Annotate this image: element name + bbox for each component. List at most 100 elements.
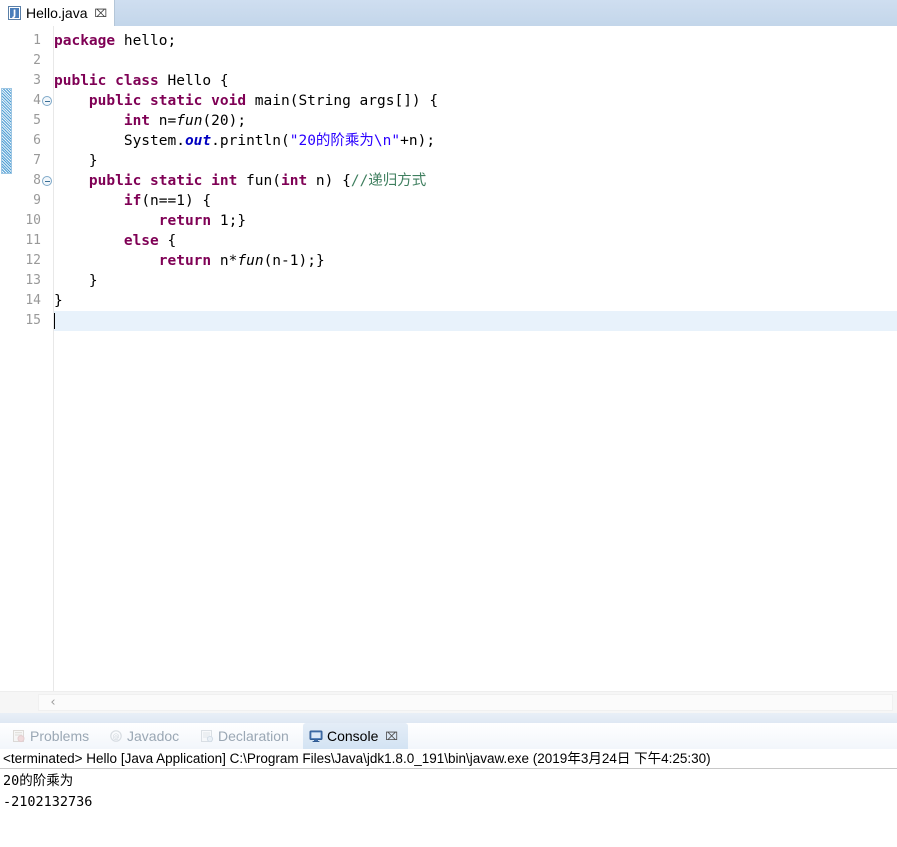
code-line[interactable]: System.out.println("20的阶乘为\n"+n); [54,131,435,151]
code-token: else [123,233,159,249]
console-view[interactable]: <terminated> Hello [Java Application] C:… [0,749,897,847]
code-line[interactable]: public static void main(String args[]) { [54,91,438,111]
code-token: return [158,253,212,269]
declaration-icon [200,729,214,743]
scroll-left-icon[interactable]: ‹ [44,693,62,712]
horizontal-scrollbar-thumb[interactable] [38,694,893,711]
line-number: 8 [33,173,41,188]
code-token: (n-1);} [263,253,325,269]
line-number: 7 [33,153,41,168]
code-token: if [123,193,142,209]
bottom-view-part: Problems @ Javadoc Declaration Console ⌧ <ter… [0,713,897,847]
text-caret [54,313,55,329]
view-tab-label: Console [327,728,379,744]
svg-text:J: J [12,9,16,19]
code-token: n= [150,113,177,129]
code-token: public class [54,73,159,89]
code-line[interactable]: public class Hello { [54,71,229,91]
line-number: 6 [33,133,41,148]
code-line[interactable]: if(n==1) { [54,191,211,211]
editor-tab-hello-java[interactable]: J Hello.java ⌧ [0,0,115,26]
editor-tab-bar: J Hello.java ⌧ [0,0,897,26]
problems-icon [12,729,26,743]
code-token: Hello { [158,73,229,89]
view-tab-javadoc[interactable]: @ Javadoc [103,723,191,749]
code-line[interactable]: public static int fun(int n) {//递归方式 [54,171,426,191]
editor-horizontal-scrollbar[interactable]: ‹ [0,691,897,714]
fold-collapse-icon[interactable] [42,96,52,106]
code-line[interactable]: } [54,271,98,291]
code-line[interactable]: return n*fun(n-1);} [54,251,325,271]
line-number: 4 [33,93,41,108]
code-token: hello; [115,33,177,49]
code-token: n) { [307,173,351,189]
code-token: 1;} [211,213,247,229]
code-token: System. [54,133,185,149]
close-icon[interactable]: ⌧ [94,8,107,19]
annotation-ruler[interactable] [0,26,14,691]
bottom-view-tab-bar: Problems @ Javadoc Declaration Console ⌧ [0,723,897,749]
code-line[interactable]: package hello; [54,31,176,51]
code-token: +n); [400,133,436,149]
view-tab-label: Problems [30,728,90,744]
code-token: return [158,213,212,229]
code-token: fun( [237,173,281,189]
panel-sash[interactable] [0,713,897,723]
console-output-line: 20的阶乘为 [3,773,74,789]
close-icon[interactable]: ⌧ [385,731,398,742]
line-number: 1 [33,33,41,48]
view-tab-console[interactable]: Console ⌧ [303,723,408,749]
code-token: int [280,173,308,189]
code-token: //递归方式 [350,173,427,189]
folding-ruler[interactable] [41,26,54,691]
console-icon [309,729,323,743]
code-line[interactable]: } [54,291,63,311]
editor-part: J Hello.java ⌧ 1 2 3 4 5 6 7 8 9 10 11 12 13 14 15 pac… [0,0,897,714]
editor-body[interactable]: 1 2 3 4 5 6 7 8 9 10 11 12 13 14 15 package hello; publ… [0,26,897,691]
code-token: (n==1) { [141,193,212,209]
line-number-ruler: 1 2 3 4 5 6 7 8 9 10 11 12 13 14 15 [13,26,41,691]
code-token: fun [237,253,264,269]
code-token: main(String args[]) { [246,93,439,109]
view-tab-label: Javadoc [127,728,180,744]
javadoc-icon: @ [109,729,123,743]
selection-range-marker [1,88,12,174]
code-token: public static void [88,93,247,109]
line-number: 12 [25,253,41,268]
view-tab-problems[interactable]: Problems [6,723,100,749]
view-tab-label: Declaration [218,728,289,744]
code-token: int [123,113,151,129]
code-line[interactable]: } [54,151,98,171]
code-token: out [184,133,212,149]
code-token: n* [211,253,238,269]
code-line[interactable]: else { [54,231,176,251]
code-token: fun [176,113,203,129]
code-line[interactable]: int n=fun(20); [54,111,246,131]
code-token: } [54,293,63,309]
code-token: { [158,233,177,249]
current-line-highlight [54,311,897,331]
editor-tab-label: Hello.java [26,5,88,21]
code-token: package [54,33,116,49]
line-number: 11 [25,233,41,248]
console-output[interactable]: 20的阶乘为 -2102132736 [0,771,897,847]
code-text-area[interactable]: package hello; public class Hello { publi… [54,26,897,691]
svg-text:@: @ [113,733,120,741]
code-token: (20); [202,113,247,129]
code-token: .println( [211,133,290,149]
view-tab-declaration[interactable]: Declaration [194,723,309,749]
java-file-icon: J [8,6,21,20]
fold-collapse-icon[interactable] [42,176,52,186]
code-line[interactable]: return 1;} [54,211,246,231]
code-token: } [54,273,98,289]
line-number: 15 [25,313,41,328]
console-output-line: -2102132736 [3,794,93,810]
code-token: "20的阶乘为\n" [289,133,401,149]
